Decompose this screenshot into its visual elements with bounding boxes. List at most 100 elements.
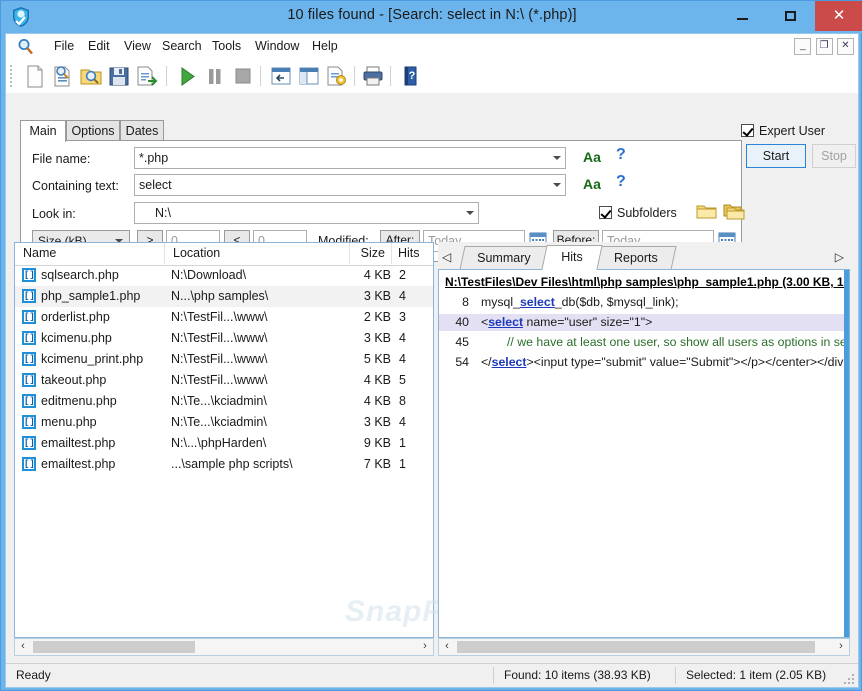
hits-hscrollbar[interactable]: ‹ › xyxy=(438,638,850,656)
stop-button[interactable]: Stop xyxy=(812,144,856,168)
tab-main[interactable]: Main xyxy=(20,120,66,142)
table-row[interactable]: []php_sample1.phpN...\php samples\3 KB4 xyxy=(15,286,433,307)
containing-text-case-icon[interactable]: Aa xyxy=(583,176,601,192)
table-row[interactable]: []emailtest.phpN:\...\phpHarden\9 KB1 xyxy=(15,433,433,454)
look-in-dropdown-arrow[interactable] xyxy=(462,203,478,223)
menu-tools[interactable]: Tools xyxy=(206,38,247,55)
hit-line[interactable]: 45// we have at least one user, so show … xyxy=(439,334,844,351)
open-search-icon[interactable] xyxy=(50,64,76,89)
menu-file[interactable]: File xyxy=(48,38,80,55)
table-row[interactable]: []menu.phpN:\Te...\kciadmin\3 KB4 xyxy=(15,412,433,433)
menu-window[interactable]: Window xyxy=(249,38,305,55)
mdi-minimize-button[interactable]: _ xyxy=(794,38,811,55)
hits-scroll-left-icon[interactable]: ‹ xyxy=(439,639,455,655)
menu-search[interactable]: Search xyxy=(156,38,208,55)
panel-split-icon[interactable] xyxy=(296,64,322,89)
scroll-right-icon[interactable]: › xyxy=(417,639,433,655)
table-row[interactable]: []kcimenu_print.phpN:\TestFil...\www\5 K… xyxy=(15,349,433,370)
cell-hits: 4 xyxy=(399,328,433,349)
new-document-icon[interactable] xyxy=(22,64,48,89)
subfolders-label: Subfolders xyxy=(617,206,677,220)
file-name-label: File name: xyxy=(32,152,90,166)
tab-options[interactable]: Options xyxy=(66,120,120,141)
menu-view[interactable]: View xyxy=(118,38,157,55)
containing-text-dropdown-arrow[interactable] xyxy=(549,175,565,195)
results-hscroll-thumb[interactable] xyxy=(33,641,195,653)
file-name-dropdown-arrow[interactable] xyxy=(549,148,565,168)
search-icon[interactable] xyxy=(17,38,34,55)
open-folder-icon[interactable] xyxy=(78,64,104,89)
start-search-icon[interactable] xyxy=(174,64,200,89)
save-icon[interactable] xyxy=(106,64,132,89)
browse-multi-folder-icon[interactable] xyxy=(723,203,745,221)
start-button[interactable]: Start xyxy=(746,144,806,168)
stop-icon[interactable] xyxy=(230,64,256,89)
resize-grip[interactable] xyxy=(842,672,854,684)
hits-view[interactable]: N:\TestFiles\Dev Files\html\php samples\… xyxy=(438,269,850,638)
close-button[interactable]: ✕ xyxy=(815,1,862,31)
toolbar: ? xyxy=(6,59,858,94)
file-name-case-icon[interactable]: Aa xyxy=(583,149,601,165)
php-file-icon: [] xyxy=(22,457,36,471)
hit-line-text: </select><input type="submit" value="Sub… xyxy=(481,354,850,371)
column-header-name[interactable]: Name xyxy=(15,243,165,264)
table-row[interactable]: []orderlist.phpN:\TestFil...\www\2 KB3 xyxy=(15,307,433,328)
column-header-hits[interactable]: Hits xyxy=(392,243,433,264)
cell-location: N:\Te...\kciadmin\ xyxy=(171,391,351,412)
cell-location: N:\TestFil...\www\ xyxy=(171,370,351,391)
column-header-location[interactable]: Location xyxy=(165,243,350,264)
file-name-help-icon[interactable]: ? xyxy=(616,146,626,164)
menu-help[interactable]: Help xyxy=(306,38,344,55)
print-icon[interactable] xyxy=(360,64,386,89)
tab-hits[interactable]: Hits xyxy=(541,245,602,270)
cell-name: orderlist.php xyxy=(41,307,165,328)
table-row[interactable]: []emailtest.php...\sample php scripts\7 … xyxy=(15,454,433,475)
cell-size: 4 KB xyxy=(345,370,391,391)
cell-location: N...\php samples\ xyxy=(171,286,351,307)
mdi-restore-button[interactable]: ❐ xyxy=(816,38,833,55)
menu-edit[interactable]: Edit xyxy=(82,38,116,55)
hit-line[interactable]: 8mysql_select_db($db, $mysql_link); xyxy=(439,294,844,311)
results-list[interactable]: Name Location Size Hits SnapFiles []sqls… xyxy=(14,242,434,638)
export-icon[interactable] xyxy=(134,64,160,89)
browse-folder-icon[interactable] xyxy=(696,203,718,221)
tab-dates[interactable]: Dates xyxy=(120,120,164,141)
table-row[interactable]: []sqlsearch.phpN:\Download\4 KB2 xyxy=(15,265,433,286)
hits-hscroll-thumb[interactable] xyxy=(457,641,815,653)
hits-scroll-right-icon[interactable]: › xyxy=(833,639,849,655)
containing-text-input[interactable]: select xyxy=(134,174,566,196)
cell-size: 4 KB xyxy=(345,391,391,412)
minimize-button[interactable] xyxy=(720,1,764,31)
maximize-button[interactable] xyxy=(768,1,812,31)
subfolders-checkbox[interactable] xyxy=(599,206,612,219)
pause-icon[interactable] xyxy=(202,64,228,89)
table-row[interactable]: []editmenu.phpN:\Te...\kciadmin\4 KB8 xyxy=(15,391,433,412)
php-file-icon: [] xyxy=(22,436,36,450)
mdi-close-button[interactable]: ✕ xyxy=(837,38,854,55)
hit-line[interactable]: 54</select><input type="submit" value="S… xyxy=(439,354,844,371)
panel-options-icon[interactable] xyxy=(324,64,350,89)
tab-scroll-prev-icon[interactable]: ◁ xyxy=(442,250,451,264)
hit-line[interactable]: 40<select name="user" size="1"> xyxy=(439,314,844,331)
column-header-size[interactable]: Size xyxy=(350,243,392,264)
scroll-left-icon[interactable]: ‹ xyxy=(15,639,31,655)
table-row[interactable]: []takeout.phpN:\TestFil...\www\4 KB5 xyxy=(15,370,433,391)
results-hscrollbar[interactable]: ‹ › xyxy=(14,638,434,656)
expert-user-checkbox[interactable] xyxy=(741,124,754,137)
cell-hits: 2 xyxy=(399,265,433,286)
table-row[interactable]: []kcimenu.phpN:\TestFil...\www\3 KB4 xyxy=(15,328,433,349)
toolbar-grip[interactable] xyxy=(10,65,13,87)
hits-vscroll-indicator[interactable] xyxy=(844,270,849,637)
look-in-input[interactable]: N:\ xyxy=(134,202,479,224)
toolbar-separator-2 xyxy=(260,66,261,86)
help-book-icon[interactable]: ? xyxy=(398,64,424,89)
tab-reports[interactable]: Reports xyxy=(595,246,676,270)
cell-size: 2 KB xyxy=(345,307,391,328)
tab-summary[interactable]: Summary xyxy=(459,246,548,270)
file-name-input[interactable]: *.php xyxy=(134,147,566,169)
tab-scroll-next-icon[interactable]: ▷ xyxy=(835,250,844,264)
hit-file-header[interactable]: N:\TestFiles\Dev Files\html\php samples\… xyxy=(445,274,849,291)
containing-text-help-icon[interactable]: ? xyxy=(616,173,626,191)
panel-left-icon[interactable] xyxy=(268,64,294,89)
cell-location: N:\...\phpHarden\ xyxy=(171,433,351,454)
